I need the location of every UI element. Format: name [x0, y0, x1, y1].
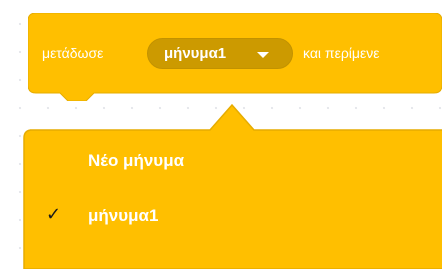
chevron-down-icon [257, 52, 269, 58]
check-icon: ✓ [46, 204, 62, 225]
block-suffix-label: και περίμενε [303, 45, 380, 61]
block-prefix-label: μετάδωσε [42, 45, 104, 61]
menu-item-new-message[interactable]: Νέο μήνυμα [24, 137, 442, 185]
menu-item-message1[interactable]: ✓ μήνυμα1 [24, 192, 442, 240]
message-dropdown-menu: Νέο μήνυμα ✓ μήνυμα1 [24, 132, 442, 267]
message-dropdown-value: μήνυμα1 [164, 45, 227, 62]
menu-item-label: μήνυμα1 [88, 206, 159, 225]
message-dropdown[interactable]: μήνυμα1 [147, 38, 293, 69]
menu-item-label: Νέο μήνυμα [88, 151, 185, 170]
